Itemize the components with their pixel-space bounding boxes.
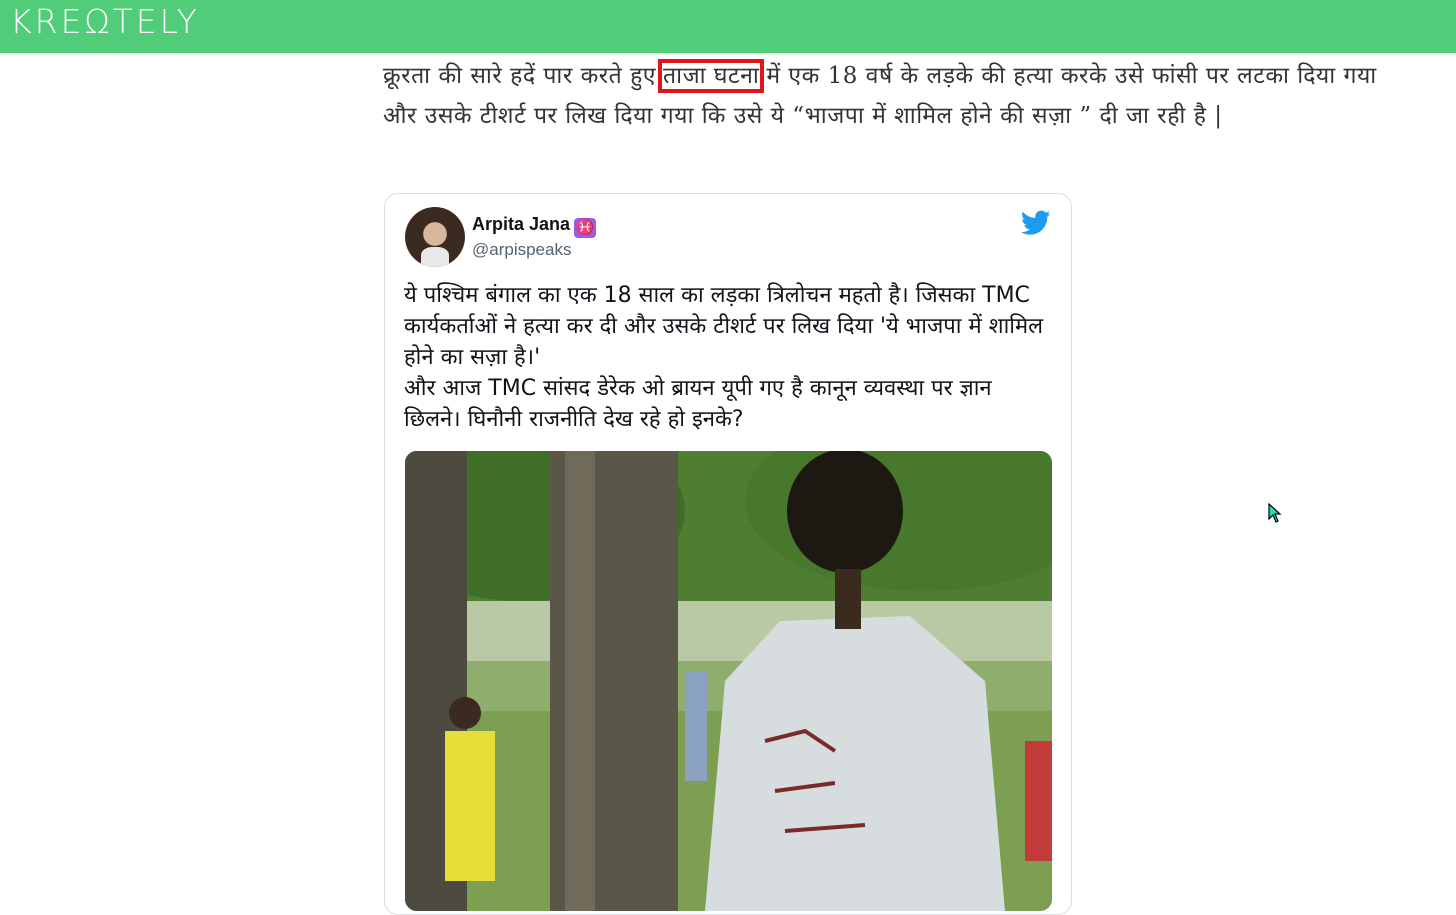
article-text-before: क्रूरता की सारे हदें पार करते हुए — [383, 63, 657, 89]
mouse-cursor-icon — [1268, 503, 1282, 523]
article-paragraph: क्रूरता की सारे हदें पार करते हुए ताजा घट… — [383, 56, 1393, 136]
avatar[interactable] — [405, 207, 465, 267]
pisces-icon: ♓ — [574, 218, 597, 238]
author-name-text: Arpita Jana — [472, 214, 571, 234]
highlighted-phrase: ताजा घटना — [658, 59, 765, 93]
site-header: KREΩTELY — [0, 0, 1456, 53]
tweet-author-name[interactable]: Arpita Jana ♓ — [472, 214, 597, 238]
site-logo[interactable]: KREΩTELY — [10, 2, 200, 42]
tweet-text: ये पश्चिम बंगाल का एक 18 साल का लड़का त्… — [404, 283, 1044, 432]
tweet-author-handle[interactable]: @arpispeaks — [472, 240, 571, 260]
tweet-photo[interactable] — [405, 451, 1052, 911]
twitter-bird-icon[interactable] — [1021, 210, 1051, 236]
photo-illustration — [405, 451, 1052, 911]
embedded-tweet[interactable]: Arpita Jana ♓ @arpispeaks ये पश्चिम बंगाल… — [384, 193, 1072, 915]
